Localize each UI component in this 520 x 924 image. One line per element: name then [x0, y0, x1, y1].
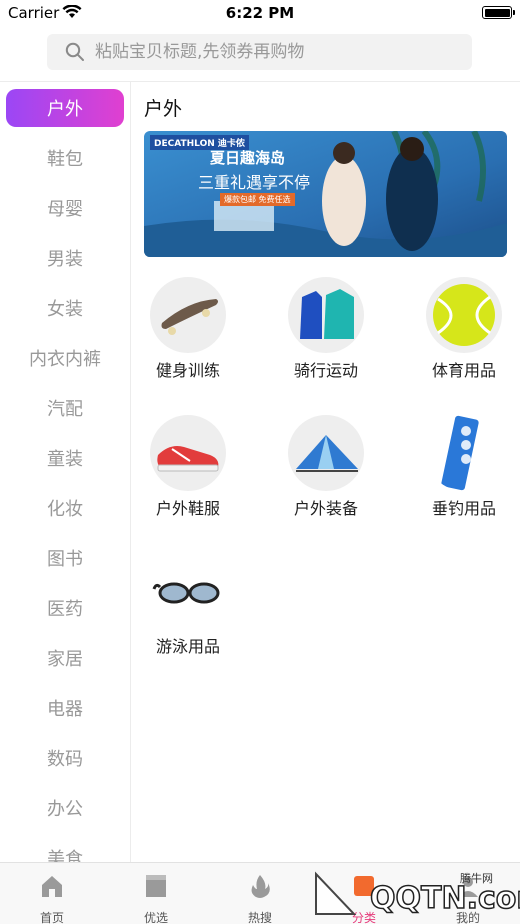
cycling-jacket-icon	[288, 277, 364, 353]
sidebar-item-bags[interactable]: 鞋包	[0, 139, 130, 177]
promo-banner[interactable]: DECATHLON 迪卡侬 夏日趣海岛 三重礼遇享不停 爆款包邮 免费任选	[144, 131, 507, 257]
sidebar-item-womenswear[interactable]: 女装	[0, 289, 130, 327]
sneaker-icon	[150, 415, 226, 491]
category-label: 健身训练	[155, 361, 220, 380]
sidebar-item-books[interactable]: 图书	[0, 539, 130, 577]
category-label: 骑行运动	[293, 361, 358, 380]
category-fishing[interactable]: 垂钓用品	[420, 415, 520, 535]
sidebar-item-appliances[interactable]: 电器	[0, 689, 130, 727]
tab-featured[interactable]: 优选	[121, 873, 191, 924]
sidebar-item-makeup[interactable]: 化妆	[0, 489, 130, 527]
category-sidebar[interactable]: 户外 鞋包 母婴 男装 女装 内衣内裤 汽配 童装 化妆 图书 医药 家居 电器…	[0, 82, 131, 862]
category-label: 户外鞋服	[155, 499, 220, 518]
home-icon	[42, 876, 62, 897]
swim-goggles-icon	[150, 553, 226, 629]
skateboard-icon	[150, 277, 226, 353]
tab-home-label: 首页	[39, 911, 64, 924]
sidebar-item-kids[interactable]: 童装	[0, 439, 130, 477]
category-label: 游泳用品	[155, 637, 220, 656]
category-label: 体育用品	[431, 361, 496, 380]
watermark-text: QQTN.com	[370, 881, 520, 916]
search-bar[interactable]	[47, 34, 472, 70]
category-swimming[interactable]: 游泳用品	[144, 553, 264, 673]
sidebar-item-medicine[interactable]: 医药	[0, 589, 130, 627]
tab-trending[interactable]: 热搜	[225, 873, 295, 924]
status-bar: Carrier 6:22 PM	[0, 0, 520, 26]
tab-featured-label: 优选	[143, 911, 168, 924]
sidebar-item-food[interactable]: 美食	[0, 839, 130, 862]
search-input[interactable]	[95, 42, 455, 62]
tennis-ball-icon	[426, 277, 502, 353]
category-label: 户外装备	[293, 499, 358, 518]
sidebar-item-digital[interactable]: 数码	[0, 739, 130, 777]
sidebar-item-menswear[interactable]: 男装	[0, 239, 130, 277]
category-cycling[interactable]: 骑行运动	[282, 277, 402, 397]
banner-subline: 三重礼遇享不停	[198, 173, 311, 192]
category-outdoor-gear[interactable]: 户外装备	[282, 415, 402, 535]
banner-headline: 夏日趣海岛	[210, 149, 286, 167]
category-sports[interactable]: 体育用品	[420, 277, 520, 397]
clock: 6:22 PM	[225, 4, 295, 22]
section-title: 户外	[144, 98, 183, 120]
category-outdoor-apparel[interactable]: 户外鞋服	[144, 415, 264, 535]
flame-icon	[251, 875, 270, 898]
sidebar-item-baby[interactable]: 母婴	[0, 189, 130, 227]
sidebar-item-office[interactable]: 办公	[0, 789, 130, 827]
category-fitness[interactable]: 健身训练	[144, 277, 264, 397]
battery-icon	[482, 6, 515, 19]
fishing-box-icon	[426, 415, 502, 491]
tab-trending-label: 热搜	[247, 911, 272, 924]
sidebar-item-auto-parts[interactable]: 汽配	[0, 389, 130, 427]
tent-icon	[288, 415, 364, 491]
watermark-sub: 腾牛网	[460, 871, 493, 885]
tab-home[interactable]: 首页	[17, 873, 87, 924]
watermark: QQTN.com 腾牛网	[310, 864, 520, 924]
category-label: 垂钓用品	[431, 499, 496, 518]
banner-tag: 爆款包邮 免费任选	[220, 193, 295, 206]
sidebar-item-home[interactable]: 家居	[0, 639, 130, 677]
shop-icon	[146, 875, 166, 897]
sidebar-item-underwear[interactable]: 内衣内裤	[0, 339, 130, 377]
sidebar-item-outdoor[interactable]: 户外	[6, 89, 124, 127]
search-icon	[65, 42, 85, 62]
